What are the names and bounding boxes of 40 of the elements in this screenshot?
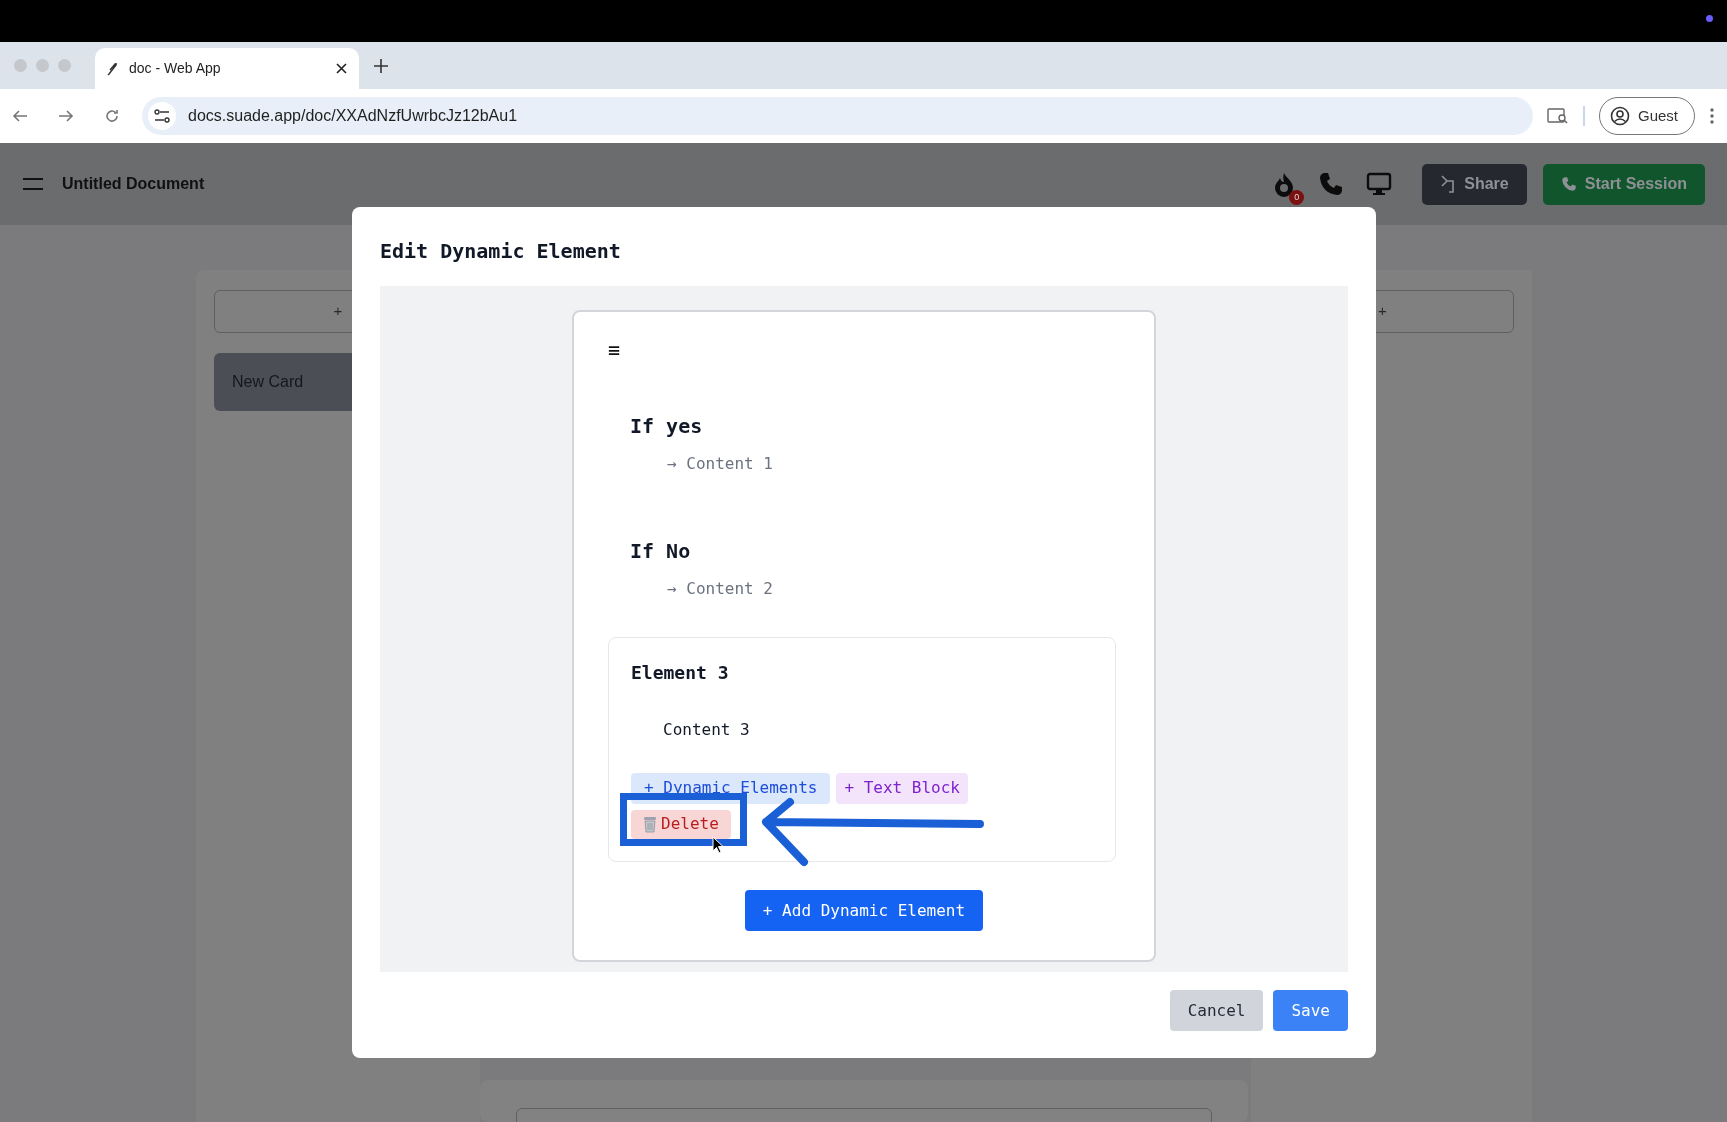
- modal-title: Edit Dynamic Element: [380, 239, 622, 263]
- url-text: docs.suade.app/doc/XXAdNzfUwrbcJz12bAu1: [188, 106, 518, 126]
- share-icon: [1440, 175, 1457, 193]
- phone-icon: [1560, 176, 1577, 192]
- notification-count: 0: [1289, 190, 1305, 205]
- close-icon[interactable]: [336, 63, 347, 74]
- pen-icon: [107, 61, 119, 76]
- status-dot: [1706, 15, 1713, 22]
- profile-button[interactable]: Guest: [1598, 97, 1695, 135]
- reload-icon[interactable]: [104, 108, 120, 124]
- menu-icon[interactable]: ≡: [608, 340, 621, 360]
- add-dynamic-element-button[interactable]: + Add Dynamic Element: [744, 890, 984, 931]
- element-content: Content 3: [663, 718, 751, 741]
- site-settings-icon[interactable]: [154, 109, 170, 123]
- person-icon: [1609, 106, 1630, 126]
- browser-tab[interactable]: doc - Web App: [95, 48, 359, 89]
- cursor-icon: [712, 836, 724, 854]
- element-heading: Element 3: [631, 662, 730, 684]
- address-bar[interactable]: docs.suade.app/doc/XXAdNzfUwrbcJz12bAu1: [142, 97, 1533, 135]
- section-content: → Content 1: [667, 453, 774, 475]
- section-heading: If yes: [630, 414, 704, 438]
- start-session-button[interactable]: Start Session: [1542, 163, 1705, 205]
- share-button[interactable]: Share: [1422, 163, 1527, 205]
- document-title: Untitled Document: [62, 174, 205, 194]
- cancel-button[interactable]: Cancel: [1169, 990, 1264, 1031]
- more-icon[interactable]: [1709, 107, 1715, 125]
- forward-icon[interactable]: [58, 108, 74, 124]
- new-tab-icon[interactable]: [373, 57, 389, 74]
- back-icon[interactable]: [12, 108, 28, 124]
- add-text-block-button[interactable]: + Text Block: [836, 772, 968, 804]
- phone-icon[interactable]: [1318, 171, 1345, 197]
- monitor-icon[interactable]: [1366, 172, 1393, 196]
- menu-icon[interactable]: [22, 177, 44, 191]
- trash-icon: [643, 815, 657, 833]
- save-button[interactable]: Save: [1273, 990, 1348, 1031]
- delete-button[interactable]: Delete: [631, 809, 731, 839]
- tab-title: doc - Web App: [129, 59, 221, 78]
- search-icon[interactable]: [1546, 107, 1569, 125]
- section-content: → Content 2: [667, 578, 774, 600]
- section-heading: If No: [630, 539, 692, 563]
